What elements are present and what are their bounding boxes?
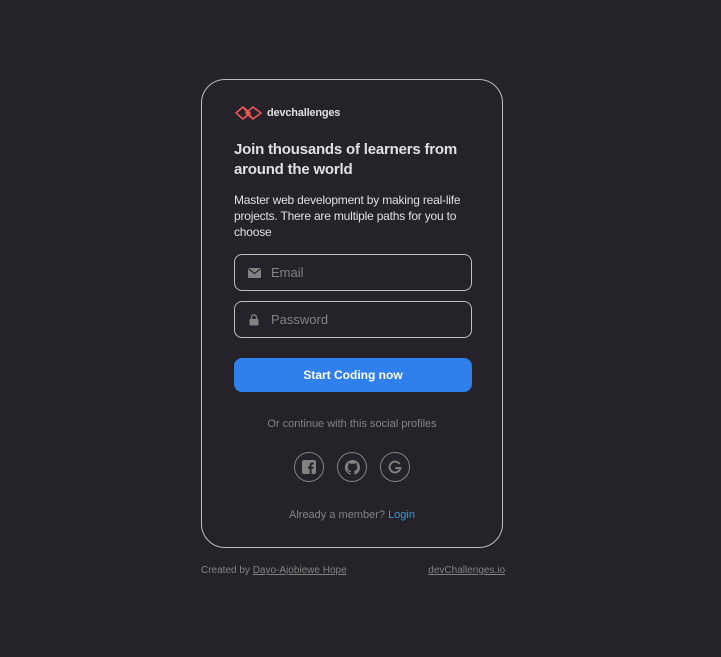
email-field[interactable] [234,254,472,291]
login-prompt-text: Already a member? [289,509,385,521]
signup-card: devchallenges Join thousands of learners… [201,79,503,548]
author-link[interactable]: Dayo-Ajobiewe Hope [253,565,347,576]
footer-credit: Created by Dayo-Ajobiewe Hope [201,565,347,576]
facebook-icon [302,460,316,474]
password-input[interactable] [271,312,461,327]
social-login-group [202,452,502,482]
page-subtitle: Master web development by making real-li… [234,193,461,239]
google-login-button[interactable] [380,452,410,482]
github-icon [344,459,360,475]
brand-logo: devchallenges [234,104,340,122]
devchallenges-logo-icon [235,106,262,120]
facebook-login-button[interactable] [294,452,324,482]
google-icon [388,460,402,474]
github-login-button[interactable] [337,452,367,482]
footer: Created by Dayo-Ajobiewe Hope devChallen… [201,565,505,576]
login-link[interactable]: Login [388,509,415,521]
password-field[interactable] [234,301,472,338]
lock-icon [247,313,261,326]
footer-credit-prefix: Created by [201,565,250,576]
brand-name: devchallenges [267,107,341,119]
social-caption: Or continue with this social profiles [267,418,437,430]
start-coding-button[interactable]: Start Coding now [234,358,472,392]
login-prompt: Already a member? Login [202,509,502,521]
envelope-icon [247,267,261,278]
site-link[interactable]: devChallenges.io [428,565,505,576]
page-title: Join thousands of learners from around t… [234,141,458,178]
email-input[interactable] [271,265,461,280]
